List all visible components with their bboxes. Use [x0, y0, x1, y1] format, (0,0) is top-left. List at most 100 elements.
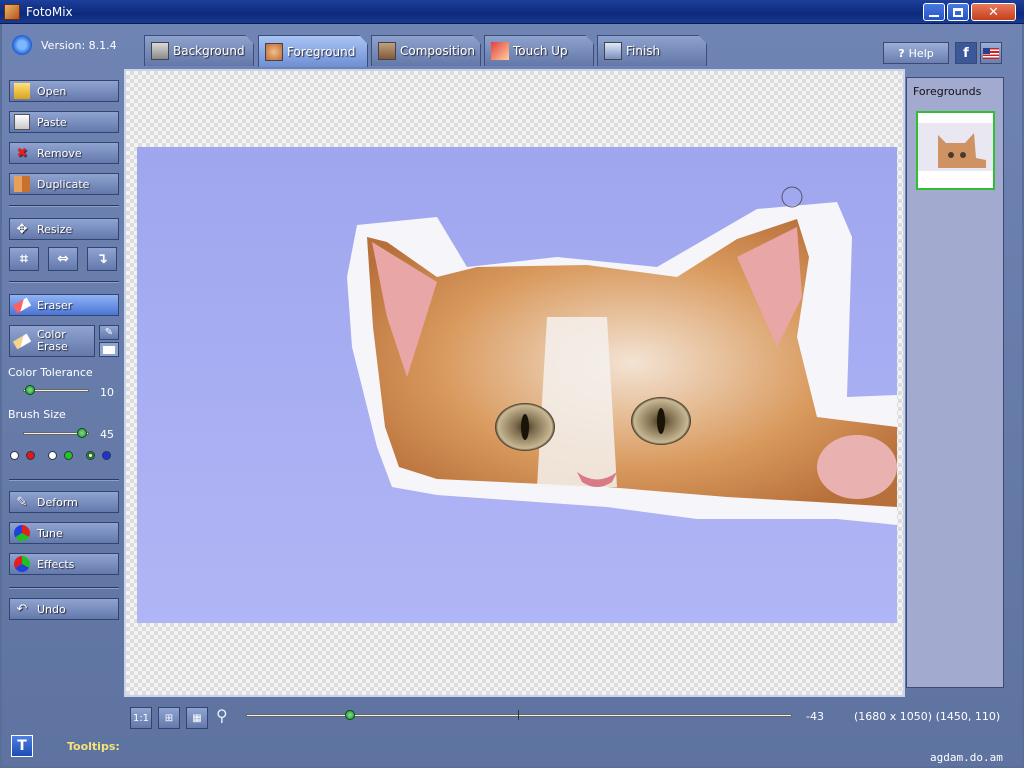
watermark-text: agdam.do.am	[930, 751, 1003, 764]
picked-color-swatch[interactable]	[99, 342, 119, 357]
tab-touchup[interactable]: Touch Up	[484, 35, 594, 66]
paste-icon	[14, 114, 30, 130]
color-erase-icon	[12, 333, 32, 349]
minimize-button[interactable]	[923, 3, 945, 21]
undo-icon: ↶	[16, 601, 28, 617]
eyedropper-icon: ✎	[104, 327, 114, 338]
help-icon: ?	[898, 46, 905, 60]
duplicate-label: Duplicate	[37, 177, 90, 191]
eraser-icon	[12, 297, 32, 313]
tab-composition[interactable]: Composition	[371, 35, 481, 66]
tooltips-toggle-button[interactable]: T	[11, 735, 33, 757]
foregrounds-panel: Foregrounds	[906, 77, 1004, 688]
brush-size-label: Brush Size	[8, 408, 66, 421]
zoom-slider-thumb[interactable]	[344, 710, 355, 720]
color-erase-label: Color Erase	[37, 329, 68, 353]
effects-button[interactable]: Effects	[9, 553, 119, 575]
kitten-left-pupil	[521, 414, 529, 440]
actual-size-icon: 1:1	[132, 712, 150, 724]
deform-label: Deform	[37, 495, 78, 509]
eraser-button[interactable]: Eraser	[9, 294, 119, 316]
app-window: FotoMix ✕ Version: 8.1.4 Background Fore…	[0, 0, 1024, 768]
flip-horizontal-icon: ⇔	[57, 251, 69, 267]
app-icon	[4, 4, 20, 20]
help-label: Help	[908, 46, 934, 60]
color-erase-button[interactable]: Color Erase	[9, 325, 95, 357]
version-logo-icon	[12, 35, 32, 55]
finish-tab-icon	[604, 42, 622, 60]
brush-size-slider-thumb[interactable]	[77, 428, 88, 438]
tune-button[interactable]: Tune	[9, 522, 119, 544]
undo-button[interactable]: ↶ Undo	[9, 598, 119, 620]
deform-button[interactable]: ✎ Deform	[9, 491, 119, 513]
duplicate-button[interactable]: Duplicate	[9, 173, 119, 195]
tune-label: Tune	[37, 526, 63, 540]
open-button[interactable]: Open	[9, 80, 119, 102]
crop-button[interactable]: ⌗	[9, 247, 39, 271]
tab-label: Composition	[400, 44, 475, 58]
tune-icon	[14, 525, 30, 541]
main-body: Version: 8.1.4 Background Foreground Com…	[2, 24, 1022, 766]
white-dot-option-2[interactable]	[48, 451, 57, 460]
resize-label: Resize	[37, 222, 73, 236]
duplicate-icon	[14, 176, 30, 192]
close-button[interactable]: ✕	[971, 3, 1016, 21]
sidebar-divider	[9, 281, 119, 283]
language-button[interactable]	[980, 42, 1002, 64]
facebook-icon: f	[963, 45, 969, 61]
color-tolerance-label: Color Tolerance	[8, 366, 93, 379]
zoom-value: -43	[806, 710, 824, 723]
color-erase-line2: Erase	[37, 340, 68, 353]
blue-dot-option[interactable]	[102, 451, 111, 460]
foreground-thumbnail-image	[918, 113, 993, 188]
maximize-button[interactable]	[947, 3, 969, 21]
color-tolerance-slider-thumb[interactable]	[24, 385, 35, 395]
open-label: Open	[37, 84, 67, 98]
paste-button[interactable]: Paste	[9, 111, 119, 133]
color-swatch	[103, 345, 115, 354]
maximize-icon	[953, 7, 963, 17]
white-dot-option[interactable]	[10, 451, 19, 460]
zoom-actual-size-button[interactable]: 1:1	[130, 707, 152, 729]
grid-icon: ▦	[192, 712, 202, 724]
help-button[interactable]: ? Help	[883, 42, 949, 64]
move-resize-icon: ✥	[16, 221, 28, 237]
foregrounds-title: Foregrounds	[913, 85, 982, 98]
zoom-fit-button[interactable]: ⊞	[158, 707, 180, 729]
foreground-thumbnail[interactable]	[916, 111, 995, 190]
rotate-icon: ↴	[96, 251, 108, 267]
effects-icon	[14, 556, 30, 572]
tab-background[interactable]: Background	[144, 35, 254, 66]
grid-toggle-button[interactable]: ▦	[186, 707, 208, 729]
red-dot-option[interactable]	[26, 451, 35, 460]
zoom-slider[interactable]	[246, 714, 792, 717]
kitten-paw	[817, 435, 897, 499]
folder-open-icon	[14, 83, 30, 99]
background-tab-icon	[151, 42, 169, 60]
tooltips-icon: T	[17, 738, 27, 754]
image-size-and-cursor-coordinates: (1680 x 1050) (1450, 110)	[854, 710, 1001, 723]
tab-finish[interactable]: Finish	[597, 35, 707, 66]
green-dot-option[interactable]	[64, 451, 73, 460]
title-bar: FotoMix ✕	[0, 0, 1024, 24]
tab-foreground[interactable]: Foreground	[258, 35, 368, 67]
editing-canvas[interactable]	[124, 69, 905, 697]
rotate-button[interactable]: ↴	[87, 247, 117, 271]
canvas-photo[interactable]	[137, 147, 897, 623]
zoom-slider-center-tick	[518, 710, 519, 720]
facebook-button[interactable]: f	[955, 42, 977, 64]
sidebar-divider	[9, 587, 119, 589]
fit-to-window-icon: ⊞	[164, 712, 174, 724]
tab-label: Background	[173, 44, 245, 58]
composition-tab-icon	[378, 42, 396, 60]
remove-button[interactable]: ✖ Remove	[9, 142, 119, 164]
color-picker-button[interactable]: ✎	[99, 325, 119, 340]
selected-dot-option[interactable]	[86, 451, 95, 460]
flip-button[interactable]: ⇔	[48, 247, 78, 271]
resize-button[interactable]: ✥ Resize	[9, 218, 119, 240]
kitten-white-blaze	[537, 317, 617, 487]
effects-label: Effects	[37, 557, 75, 571]
eraser-label: Eraser	[37, 298, 73, 312]
undo-label: Undo	[37, 602, 66, 616]
paste-label: Paste	[37, 115, 67, 129]
